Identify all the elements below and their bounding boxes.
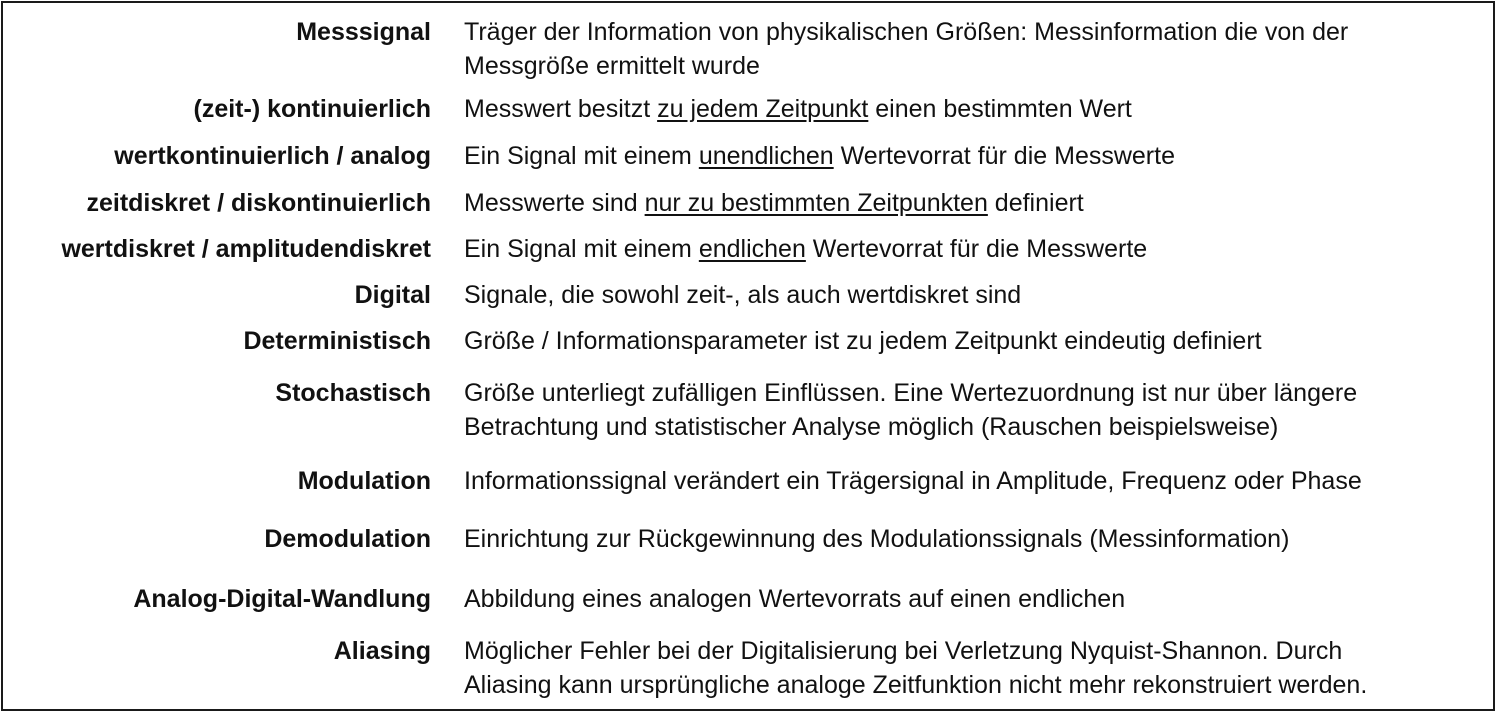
definition-text-part: Messwerte sind [464, 189, 645, 217]
definition-text-part: einen bestimmten Wert [868, 95, 1132, 123]
definition-line: Betrachtung und statistischer Analyse mö… [464, 413, 1279, 441]
definition-text: Möglicher Fehler bei der Digitalisierung… [464, 634, 1489, 702]
term-label: Analog-Digital-Wandlung [133, 585, 431, 613]
definition-line: Aliasing kann ursprüngliche analoge Zeit… [464, 671, 1368, 699]
definition-line: Größe unterliegt zufälligen Einflüssen. … [464, 379, 1358, 407]
definition-underlined-phrase: endlichen [698, 235, 806, 263]
definition-text: Ein Signal mit einem endlichen Wertevorr… [464, 232, 1489, 266]
definition-underlined-phrase: zu jedem Zeitpunkt [657, 95, 869, 123]
term-label: Messsignal [296, 18, 431, 46]
definition-line: Möglicher Fehler bei der Digitalisierung… [464, 637, 1343, 665]
definition-text: Größe / Informationsparameter ist zu jed… [464, 324, 1489, 358]
definition-text: Signale, die sowohl zeit-, als auch wert… [464, 278, 1489, 312]
definition-line: Einrichtung zur Rückgewinnung des Modula… [464, 525, 1290, 553]
definition-text: Messwert besitzt zu jedem Zeitpunkt eine… [464, 92, 1489, 126]
term-label: Stochastisch [275, 379, 431, 407]
term-label: Digital [354, 281, 431, 309]
definition-text-part: Ein Signal mit einem [464, 235, 699, 263]
definition-text: Ein Signal mit einem unendlichen Wertevo… [464, 139, 1489, 173]
definition-text-part: definiert [987, 189, 1084, 217]
definition-text: Träger der Information von physikalische… [464, 15, 1489, 83]
definition-text: Abbildung eines analogen Wertevorrats au… [464, 582, 1489, 616]
definition-text: Größe unterliegt zufälligen Einflüssen. … [464, 376, 1489, 444]
definition-text-part: Ein Signal mit einem [464, 142, 699, 170]
definition-text-part: Wertevorrat für die Messwerte [833, 142, 1175, 170]
definition-underlined-phrase: nur zu bestimmten Zeitpunkten [644, 189, 988, 217]
definition-line: Träger der Information von physikalische… [464, 18, 1349, 46]
term-label: zeitdiskret / diskontinuierlich [86, 189, 431, 217]
definition-text: Informationssignal verändert ein Trägers… [464, 464, 1489, 498]
term-label: Aliasing [333, 637, 431, 665]
term-label: (zeit-) kontinuierlich [193, 95, 432, 123]
glossary-table: Messsignal Träger der Information von ph… [1, 1, 1495, 711]
definition-text: Einrichtung zur Rückgewinnung des Modula… [464, 522, 1489, 556]
term-label: Modulation [297, 467, 431, 495]
definition-line: Größe / Informationsparameter ist zu jed… [464, 327, 1262, 355]
term-label: wertkontinuierlich / analog [114, 142, 431, 170]
definition-line: Informationssignal verändert ein Trägers… [464, 467, 1362, 495]
definition-line: Messgröße ermittelt wurde [464, 52, 760, 80]
definition-text-part: Wertevorrat für die Messwerte [805, 235, 1148, 263]
definition-text-part: Messwert besitzt [464, 95, 658, 123]
definition-underlined-phrase: unendlichen [698, 142, 834, 170]
definition-line: Abbildung eines analogen Wertevorrats au… [464, 585, 1126, 613]
definition-line: Signale, die sowohl zeit-, als auch wert… [464, 281, 1022, 309]
term-label: Demodulation [264, 525, 431, 553]
term-label: Deterministisch [243, 327, 431, 355]
term-label: wertdiskret / amplitudendiskret [61, 235, 431, 263]
definition-text: Messwerte sind nur zu bestimmten Zeitpun… [464, 186, 1489, 220]
